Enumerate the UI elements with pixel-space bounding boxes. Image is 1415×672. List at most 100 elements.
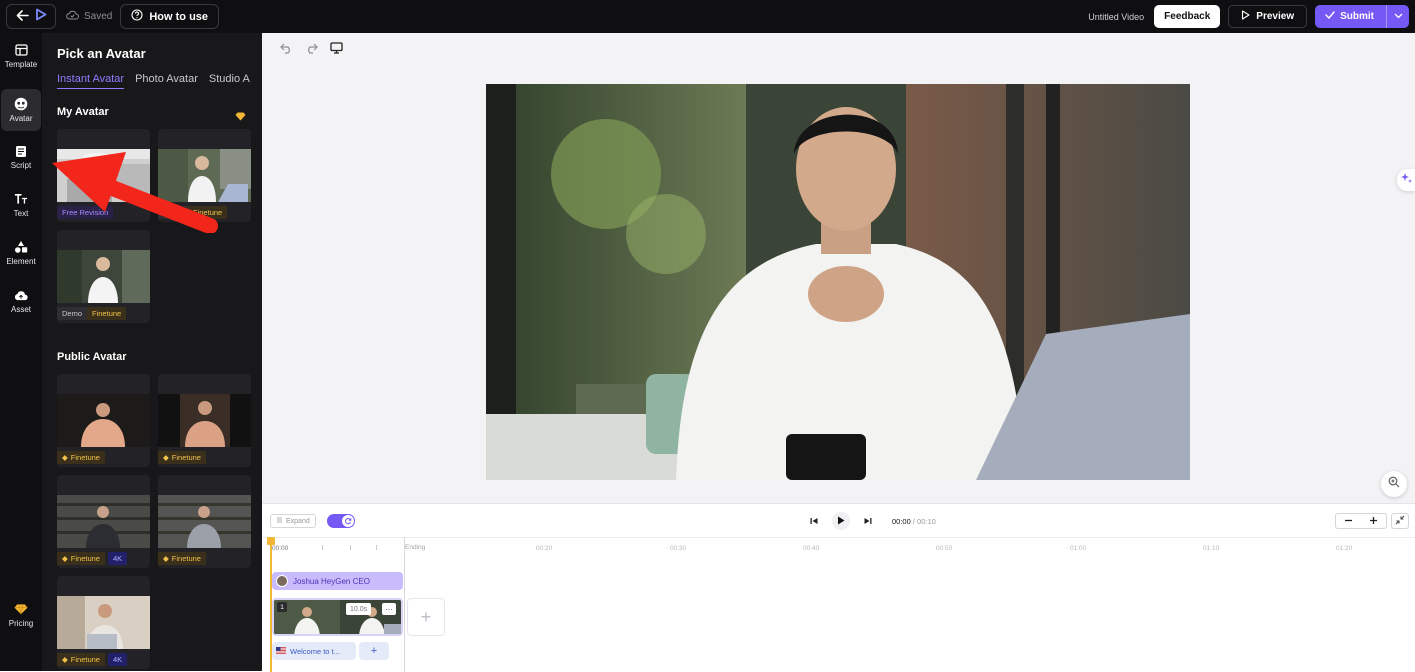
- rail-item-asset[interactable]: Asset: [0, 280, 42, 322]
- rail-item-element[interactable]: Element: [0, 232, 42, 274]
- timeline: Expand 00:00 / 00:10 00:00 00:20 00:30 0…: [262, 503, 1415, 672]
- public-avatar-card-2[interactable]: ◆ Finetune: [158, 374, 251, 467]
- play-button[interactable]: [832, 512, 850, 530]
- submit-button-group: Submit: [1315, 5, 1409, 28]
- ruler-label: 00:00: [272, 545, 289, 552]
- video-title[interactable]: Untitled Video: [1088, 12, 1144, 22]
- script-icon: [14, 144, 28, 158]
- rail-label-template: Template: [4, 60, 38, 69]
- sparkle-icon: [1400, 171, 1412, 189]
- zoom-out-button[interactable]: [1344, 512, 1353, 530]
- finetune-badge: ◆ Finetune: [158, 551, 206, 565]
- ending-marker: [404, 537, 405, 672]
- avatar-video-image: [486, 84, 1190, 480]
- ending-label: Ending: [405, 544, 426, 551]
- ruler-label: 01:20: [1336, 545, 1353, 552]
- timeline-mode-toggle[interactable]: [327, 514, 355, 528]
- scene-clip[interactable]: 1 10.0s ···: [272, 598, 403, 636]
- public-avatar-title: Public Avatar: [57, 351, 127, 363]
- element-icon: [14, 240, 28, 254]
- public-avatar-card-1[interactable]: ◆ Finetune: [57, 374, 150, 467]
- scene-more-button[interactable]: ···: [382, 603, 396, 615]
- playhead-handle[interactable]: [267, 537, 275, 545]
- rail-item-avatar[interactable]: Avatar: [1, 89, 41, 131]
- rail-label-element: Element: [6, 257, 36, 266]
- us-flag-icon: [276, 646, 286, 656]
- ruler-label: 01:00: [1070, 545, 1087, 552]
- finetune-badge: ◆ Finetune: [57, 450, 105, 464]
- panel-title: Pick an Avatar: [57, 46, 146, 61]
- script-track-label: Welcome to t...: [290, 646, 340, 656]
- time-current: 00:00: [892, 516, 911, 526]
- fit-timeline-button[interactable]: [1391, 513, 1409, 529]
- video-preview[interactable]: [486, 84, 1190, 480]
- preview-button[interactable]: Preview: [1228, 5, 1308, 28]
- back-button[interactable]: [6, 4, 56, 29]
- avatar-tabs: Instant Avatar Photo Avatar Studio A: [57, 73, 250, 89]
- arrow-left-icon: [16, 8, 29, 26]
- expand-button[interactable]: Expand: [270, 514, 316, 528]
- skip-forward-button[interactable]: [860, 513, 876, 529]
- zoom-canvas-button[interactable]: [1381, 471, 1407, 497]
- diamond-icon: ◆: [163, 553, 169, 563]
- top-bar: Saved How to use Untitled Video Feedback…: [0, 0, 1415, 33]
- finetune-badge: ◆ Finetune: [57, 652, 105, 666]
- ruler-label: 00:30: [670, 545, 687, 552]
- diamond-icon: ◆: [62, 654, 68, 664]
- chevron-down-icon: [1394, 11, 1403, 22]
- preview-label: Preview: [1256, 11, 1295, 22]
- rail-item-text[interactable]: Text: [0, 184, 42, 226]
- rail-label-asset: Asset: [10, 305, 31, 314]
- submit-dropdown-button[interactable]: [1387, 5, 1409, 28]
- avatar-thumbnail: [57, 596, 150, 649]
- ruler-tick: [350, 545, 351, 550]
- public-avatar-card-3[interactable]: ◆ Finetune 4K: [57, 475, 150, 568]
- timeline-controls: Expand 00:00 / 00:10: [262, 504, 1415, 537]
- zoom-in-button[interactable]: [1369, 512, 1378, 530]
- undo-icon[interactable]: [280, 41, 293, 59]
- card-tags: Demo Finetune: [57, 306, 127, 320]
- ai-sparkle-button[interactable]: [1397, 169, 1415, 191]
- cloud-check-icon: [66, 10, 79, 23]
- skip-back-button[interactable]: [806, 513, 822, 529]
- how-to-use-button[interactable]: How to use: [120, 4, 220, 29]
- add-scene-button[interactable]: +: [407, 598, 445, 636]
- collapse-arrows-icon: [1395, 512, 1405, 530]
- feedback-button[interactable]: Feedback: [1154, 5, 1221, 28]
- expand-label: Expand: [286, 517, 310, 525]
- timeline-ruler[interactable]: 00:00 00:20 00:30 00:40 00:50 01:00 01:1…: [262, 537, 1415, 557]
- toggle-knob: [342, 515, 354, 527]
- rail-item-template[interactable]: Template: [0, 35, 42, 77]
- rail-item-script[interactable]: Script: [0, 136, 42, 178]
- premium-diamond-icon: [235, 108, 246, 126]
- avatar-track[interactable]: Joshua HeyGen CEO: [272, 572, 403, 590]
- card-tags: ◆ Finetune 4K: [57, 652, 128, 666]
- saved-status: Saved: [66, 10, 112, 23]
- rail-item-pricing[interactable]: Pricing: [0, 592, 42, 638]
- submit-button[interactable]: Submit: [1315, 5, 1386, 28]
- scene-duration[interactable]: 10.0s: [346, 603, 372, 615]
- tab-studio-avatar[interactable]: Studio A: [209, 73, 250, 89]
- add-script-button[interactable]: +: [359, 642, 389, 660]
- scene-number: 1: [277, 602, 287, 612]
- avatar-track-label: Joshua HeyGen CEO: [293, 576, 370, 586]
- ruler-label: 01:10: [1203, 545, 1220, 552]
- redo-icon[interactable]: [305, 41, 318, 59]
- time-total: / 00:10: [912, 516, 936, 526]
- submit-label: Submit: [1340, 11, 1374, 22]
- diamond-icon: [14, 602, 28, 616]
- monitor-icon[interactable]: [330, 41, 343, 59]
- ruler-label: 00:50: [936, 545, 953, 552]
- tab-photo-avatar[interactable]: Photo Avatar: [135, 73, 198, 89]
- card-tags: ◆ Finetune: [57, 450, 105, 464]
- public-avatar-card-5[interactable]: ◆ Finetune 4K: [57, 576, 150, 669]
- ruler-label: 00:40: [803, 545, 820, 552]
- diamond-icon: ◆: [163, 452, 169, 462]
- plus-icon: [1370, 517, 1377, 524]
- script-track[interactable]: Welcome to t...: [272, 642, 356, 660]
- public-avatar-card-4[interactable]: ◆ Finetune: [158, 475, 251, 568]
- my-avatar-card-3[interactable]: Demo Finetune: [57, 230, 150, 323]
- playback-controls: 00:00 / 00:10: [806, 512, 936, 530]
- finetune-badge: ◆ Finetune: [158, 450, 206, 464]
- tab-instant-avatar[interactable]: Instant Avatar: [57, 73, 125, 89]
